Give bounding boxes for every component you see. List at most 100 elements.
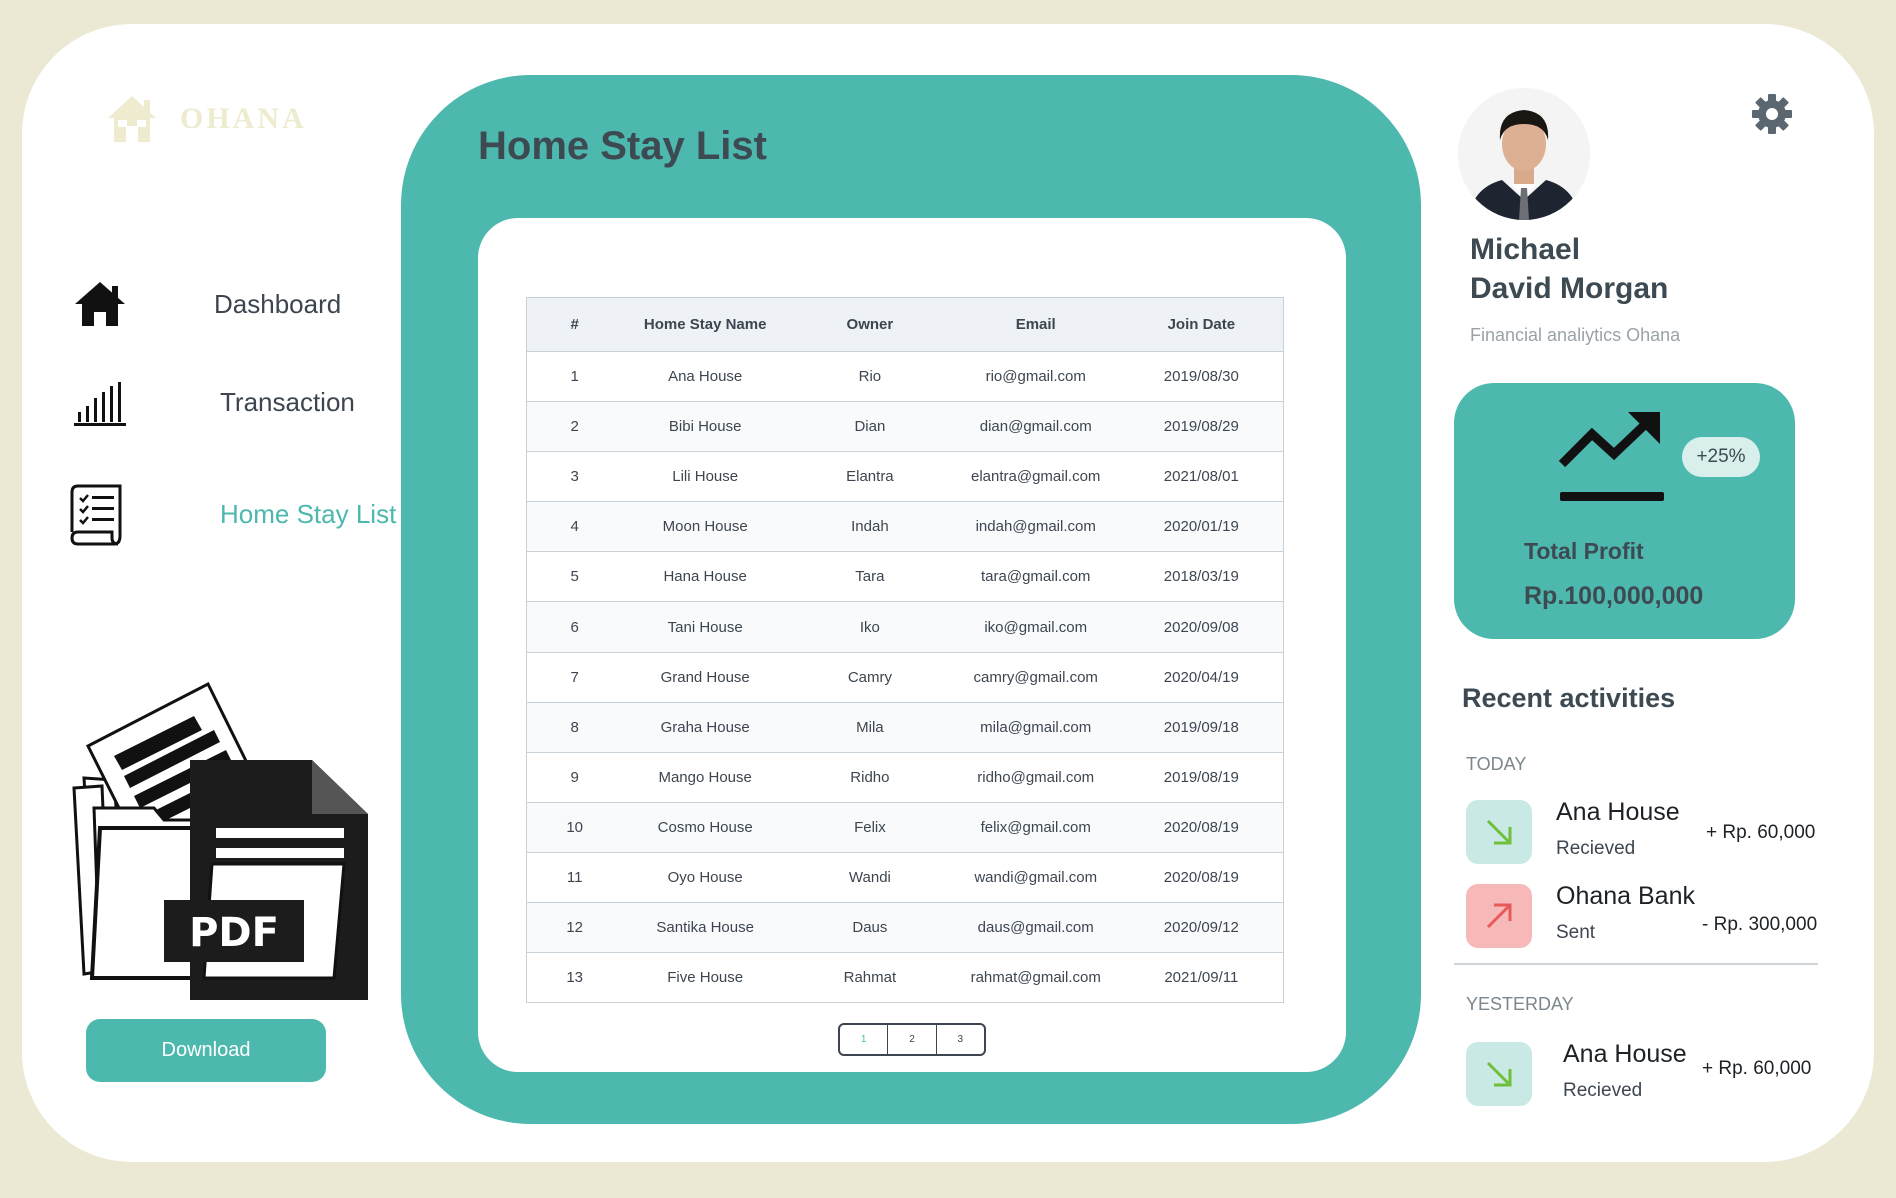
sidebar-item-dashboard[interactable]: Dashboard: [70, 274, 341, 334]
cell-join-date: 2020/09/12: [1119, 902, 1284, 954]
house-logo-icon: [108, 96, 156, 142]
profile-photo: [1458, 88, 1590, 220]
cell-owner: Tara: [788, 551, 952, 603]
page-button-1[interactable]: 1: [840, 1025, 889, 1054]
cell-email: rio@gmail.com: [951, 351, 1120, 403]
table-row[interactable]: 6 Tani House Iko iko@gmail.com 2020/09/08: [526, 601, 1284, 653]
settings-gear-icon[interactable]: [1750, 92, 1794, 136]
cell-owner: Felix: [788, 802, 952, 853]
cell-owner: Rio: [788, 351, 952, 403]
cell-join-date: 2020/09/08: [1119, 601, 1284, 653]
cell-join-date: 2020/08/19: [1119, 852, 1284, 904]
cell-owner: Dian: [788, 401, 952, 453]
cell-email: tara@gmail.com: [951, 551, 1120, 603]
cell-home-stay-name: Grand House: [622, 652, 789, 703]
activity-title: Ana House: [1556, 798, 1680, 826]
avatar[interactable]: [1458, 88, 1590, 220]
table-row[interactable]: 4 Moon House Indah indah@gmail.com 2020/01/1…: [526, 501, 1284, 553]
cell-email: iko@gmail.com: [951, 601, 1120, 653]
profit-change-badge: +25%: [1682, 437, 1760, 477]
cell-email: elantra@gmail.com: [951, 451, 1120, 503]
activity-item[interactable]: Ohana Bank Sent - Rp. 300,000: [1466, 882, 1826, 950]
column-header-number[interactable]: #: [526, 297, 623, 352]
activity-item[interactable]: Ana House Recieved + Rp. 60,000: [1466, 798, 1826, 866]
activity-item[interactable]: Ana House Recieved + Rp. 60,000: [1466, 1040, 1826, 1108]
activity-divider: [1454, 963, 1818, 965]
activity-subtitle: Sent: [1556, 922, 1596, 943]
brand-logo[interactable]: OHANA: [104, 92, 307, 146]
cell-owner: Mila: [788, 702, 952, 753]
cell-email: felix@gmail.com: [951, 802, 1120, 853]
cell-join-date: 2020/04/19: [1119, 652, 1284, 703]
cell-home-stay-name: Bibi House: [622, 401, 789, 453]
cell-number: 9: [526, 752, 623, 803]
cell-join-date: 2018/03/19: [1119, 551, 1284, 603]
table-row[interactable]: 10 Cosmo House Felix felix@gmail.com 2020/08…: [526, 802, 1284, 853]
sidebar-item-transaction[interactable]: Transaction: [70, 372, 355, 432]
cell-number: 11: [526, 852, 623, 904]
arrow-down-right-icon: [1466, 1042, 1532, 1106]
cell-owner: Indah: [788, 501, 952, 553]
cell-number: 1: [526, 351, 623, 403]
column-header-owner[interactable]: Owner: [788, 297, 952, 352]
cell-home-stay-name: Oyo House: [622, 852, 789, 904]
cell-home-stay-name: Cosmo House: [622, 802, 789, 853]
trending-up-icon: [1558, 412, 1664, 501]
cell-number: 5: [526, 551, 623, 603]
column-header-name[interactable]: Home Stay Name: [622, 297, 789, 352]
activity-amount: + Rp. 60,000: [1706, 822, 1816, 843]
pdf-documents-illustration: PDF: [72, 681, 368, 1000]
profit-label: Total Profit: [1524, 538, 1644, 564]
cell-owner: Daus: [788, 902, 952, 954]
page-button-3[interactable]: 3: [937, 1025, 984, 1054]
table-row[interactable]: 1 Ana House Rio rio@gmail.com 2019/08/30: [526, 351, 1284, 403]
column-header-join-date[interactable]: Join Date: [1119, 297, 1284, 352]
cell-join-date: 2020/01/19: [1119, 501, 1284, 553]
cell-email: ridho@gmail.com: [951, 752, 1120, 803]
table-row[interactable]: 13 Five House Rahmat rahmat@gmail.com 2021/0…: [526, 952, 1284, 1004]
cell-home-stay-name: Five House: [622, 952, 789, 1004]
home-stay-table: # Home Stay Name Owner Email Join Date 1…: [526, 297, 1284, 1004]
cell-number: 12: [526, 902, 623, 954]
table-row[interactable]: 7 Grand House Camry camry@gmail.com 2020/04/…: [526, 652, 1284, 703]
download-button[interactable]: Download: [86, 1019, 326, 1082]
cell-home-stay-name: Santika House: [622, 902, 789, 954]
activity-title: Ana House: [1563, 1040, 1687, 1068]
cell-owner: Ridho: [788, 752, 952, 803]
bar-chart-icon: [70, 372, 130, 432]
cell-number: 6: [526, 601, 623, 653]
cell-home-stay-name: Ana House: [622, 351, 789, 403]
table-row[interactable]: 11 Oyo House Wandi wandi@gmail.com 2020/08/1…: [526, 852, 1284, 904]
cell-home-stay-name: Moon House: [622, 501, 789, 553]
brand-name: OHANA: [180, 102, 307, 135]
cell-join-date: 2019/09/18: [1119, 702, 1284, 753]
table-row[interactable]: 2 Bibi House Dian dian@gmail.com 2019/08/29: [526, 401, 1284, 453]
profile-name: Michael David Morgan: [1470, 230, 1668, 308]
sidebar-item-label: Dashboard: [214, 288, 342, 319]
cell-number: 2: [526, 401, 623, 453]
cell-email: daus@gmail.com: [951, 902, 1120, 954]
recent-activities-title: Recent activities: [1462, 683, 1676, 713]
cell-join-date: 2021/08/01: [1119, 451, 1284, 503]
cell-owner: Iko: [788, 601, 952, 653]
table-row[interactable]: 5 Hana House Tara tara@gmail.com 2018/03/19: [526, 551, 1284, 603]
cell-number: 10: [526, 802, 623, 853]
profile-name-line2: David Morgan: [1470, 272, 1669, 305]
sidebar-item-home-stay-list[interactable]: Home Stay List: [70, 484, 396, 546]
table-row[interactable]: 8 Graha House Mila mila@gmail.com 2019/09/18: [526, 702, 1284, 753]
cell-join-date: 2020/08/19: [1119, 802, 1284, 853]
page-button-2[interactable]: 2: [888, 1025, 937, 1054]
table-row[interactable]: 9 Mango House Ridho ridho@gmail.com 2019/08/…: [526, 752, 1284, 803]
column-header-email[interactable]: Email: [951, 297, 1120, 352]
activity-subtitle: Recieved: [1556, 838, 1636, 859]
arrow-up-right-icon: [1466, 884, 1532, 948]
cell-home-stay-name: Tani House: [622, 601, 789, 653]
table-row[interactable]: 12 Santika House Daus daus@gmail.com 2020/09…: [526, 902, 1284, 954]
cell-number: 7: [526, 652, 623, 703]
cell-owner: Wandi: [788, 852, 952, 904]
table-row[interactable]: 3 Lili House Elantra elantra@gmail.com 2021/…: [526, 451, 1284, 503]
cell-owner: Camry: [788, 652, 952, 703]
cell-join-date: 2021/09/11: [1119, 952, 1284, 1004]
cell-number: 8: [526, 702, 623, 753]
cell-email: rahmat@gmail.com: [951, 952, 1120, 1004]
